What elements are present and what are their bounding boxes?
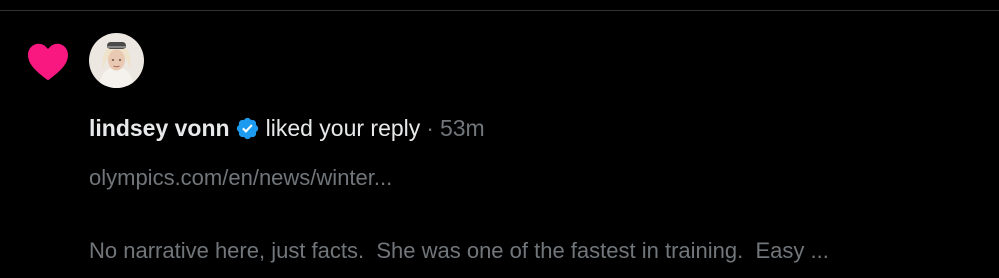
heart-icon (26, 41, 70, 81)
link-text[interactable]: olympics.com/en/news/winter... (89, 163, 392, 193)
verified-badge-icon (235, 116, 260, 141)
timestamp: 53m (439, 115, 485, 141)
separator-dot: · (426, 115, 434, 141)
action-text: liked your reply (265, 115, 421, 141)
like-notification[interactable]: lindsey vonn liked your reply · 53m olym… (0, 11, 999, 278)
notification-headline: lindsey vonn liked your reply · 53m (89, 112, 485, 144)
user-name-link[interactable]: lindsey vonn (89, 112, 230, 144)
avatar[interactable] (89, 33, 144, 88)
reply-text: No narrative here, just facts. She was o… (89, 238, 829, 263)
